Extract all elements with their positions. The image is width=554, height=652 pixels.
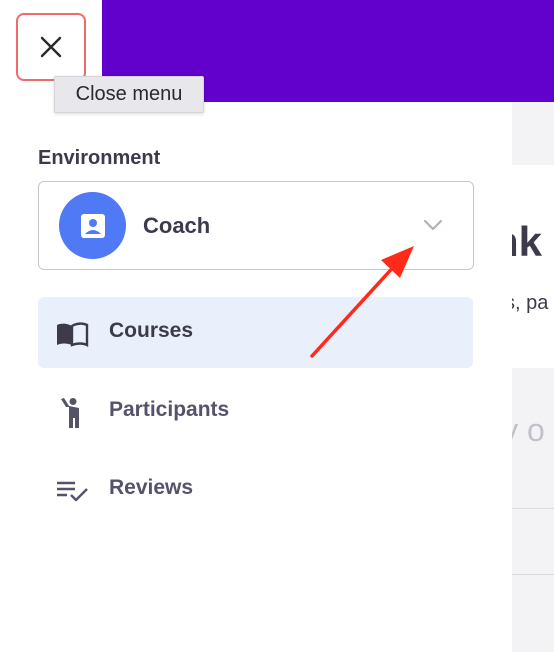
annotation-arrow-icon	[310, 246, 414, 358]
